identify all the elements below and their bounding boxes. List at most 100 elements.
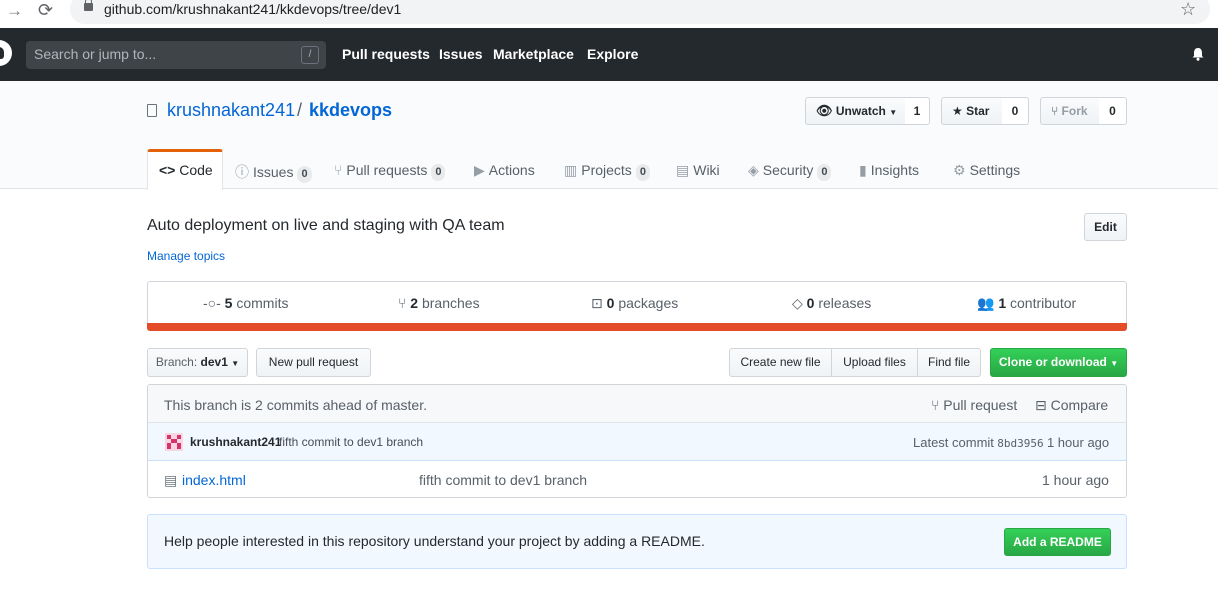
table-row: ▤ index.html fifth commit to dev1 branch… bbox=[148, 461, 1126, 497]
pulls-count: 0 bbox=[431, 164, 446, 181]
eye-icon: 👁 bbox=[816, 103, 833, 118]
reload-icon[interactable]: ⟳ bbox=[38, 0, 53, 21]
file-icon: ▤ bbox=[164, 472, 178, 488]
fork-button[interactable]: ⑂ Fork bbox=[1040, 97, 1100, 125]
pull-request-icon: ⑂ bbox=[334, 162, 343, 178]
play-icon: ▶ bbox=[474, 162, 485, 178]
people-icon: 👥 bbox=[977, 295, 995, 311]
browser-toolbar: → ⟳ github.com/krushnakant241/kkdevops/t… bbox=[0, 0, 1218, 28]
url-text[interactable]: github.com/krushnakant241/kkdevops/tree/… bbox=[104, 1, 401, 17]
latest-commit-prefix: Latest commit bbox=[913, 435, 994, 450]
star-button[interactable]: ★ Star bbox=[941, 97, 1003, 125]
bookmark-star-icon[interactable]: ☆ bbox=[1180, 0, 1196, 20]
tab-settings[interactable]: ⚙ Settings bbox=[953, 162, 1020, 179]
branch-icon: ⑂ bbox=[398, 295, 407, 311]
latest-commit-summary: Latest commit 8bd3956 1 hour ago bbox=[913, 435, 1109, 450]
pull-request-link[interactable]: ⑂ Pull request bbox=[931, 397, 1017, 413]
repo-name-link[interactable]: kkdevops bbox=[309, 100, 392, 121]
branch-ahead-bar: This branch is 2 commits ahead of master… bbox=[148, 385, 1126, 423]
upload-files-button[interactable]: Upload files bbox=[831, 348, 918, 377]
commits-link[interactable]: -○- 5 commits bbox=[203, 295, 288, 311]
book-icon: ▤ bbox=[676, 162, 690, 178]
tab-pull-requests[interactable]: ⑂ Pull requests 0 bbox=[334, 162, 446, 181]
tab-insights-label: Insights bbox=[870, 162, 919, 178]
nav-marketplace[interactable]: Marketplace bbox=[493, 46, 574, 62]
tab-actions[interactable]: ▶ Actions bbox=[474, 162, 535, 179]
readme-prompt-text: Help people interested in this repositor… bbox=[164, 533, 705, 549]
commit-message-link[interactable]: fifth commit to dev1 branch bbox=[279, 435, 423, 449]
tab-code[interactable]: <> Code bbox=[159, 162, 213, 178]
commit-sha-link[interactable]: 8bd3956 bbox=[997, 437, 1043, 450]
releases-label: releases bbox=[818, 295, 872, 311]
tab-security-label: Security bbox=[762, 162, 814, 178]
graph-icon: ▮ bbox=[859, 162, 867, 178]
packages-label: packages bbox=[618, 295, 679, 311]
tab-wiki-label: Wiki bbox=[693, 162, 720, 178]
commit-author-link[interactable]: krushnakant241 bbox=[190, 435, 281, 449]
branch-select-button[interactable]: Branch: dev1 ▼ bbox=[147, 348, 248, 377]
branches-count: 2 bbox=[410, 295, 419, 311]
issues-count: 0 bbox=[297, 166, 312, 183]
watch-count[interactable]: 1 bbox=[905, 97, 930, 125]
repo-owner-link[interactable]: krushnakant241 bbox=[167, 100, 295, 121]
manage-topics-link[interactable]: Manage topics bbox=[147, 249, 225, 263]
new-pull-request-button[interactable]: New pull request bbox=[256, 348, 371, 377]
nav-explore[interactable]: Explore bbox=[587, 46, 638, 62]
branches-link[interactable]: ⑂ 2 branches bbox=[398, 295, 480, 311]
commit-icon: -○- bbox=[203, 295, 221, 311]
site-header: Search or jump to... / Pull requests Iss… bbox=[0, 28, 1218, 81]
forward-icon[interactable]: → bbox=[6, 1, 23, 21]
star-label: Star bbox=[966, 104, 990, 118]
fork-label: Fork bbox=[1061, 104, 1088, 118]
create-new-file-button[interactable]: Create new file bbox=[729, 348, 832, 377]
unwatch-label: Unwatch bbox=[835, 104, 886, 118]
tab-code-label: Code bbox=[179, 162, 213, 178]
tab-insights[interactable]: ▮ Insights bbox=[859, 162, 919, 179]
ahead-message: This branch is 2 commits ahead of master… bbox=[164, 397, 427, 413]
unwatch-button[interactable]: 👁 Unwatch ▼ bbox=[805, 97, 906, 125]
fork-count[interactable]: 0 bbox=[1099, 97, 1127, 125]
nav-issues[interactable]: Issues bbox=[439, 46, 483, 62]
search-input[interactable]: Search or jump to... / bbox=[26, 41, 326, 69]
compare-link[interactable]: ⊟ Compare bbox=[1035, 397, 1108, 414]
repo-description: Auto deployment on live and staging with… bbox=[147, 217, 505, 234]
clone-download-button[interactable]: Clone or download ▼ bbox=[990, 348, 1127, 377]
caret-down-icon: ▼ bbox=[1110, 359, 1119, 368]
tab-wiki[interactable]: ▤ Wiki bbox=[676, 162, 720, 179]
contributors-link[interactable]: 👥 1 contributor bbox=[977, 295, 1076, 312]
project-icon: ▥ bbox=[564, 162, 578, 178]
lock-icon bbox=[84, 0, 93, 11]
fork-icon: ⑂ bbox=[1051, 104, 1059, 118]
edit-description-button[interactable]: Edit bbox=[1084, 213, 1127, 241]
releases-count: 0 bbox=[806, 295, 815, 311]
tab-projects[interactable]: ▥ Projects 0 bbox=[564, 162, 650, 181]
avatar[interactable] bbox=[165, 433, 183, 451]
add-readme-button[interactable]: Add a README bbox=[1004, 528, 1111, 556]
releases-link[interactable]: ◇ 0 releases bbox=[792, 295, 871, 312]
github-logo-icon[interactable] bbox=[0, 40, 12, 66]
find-file-button[interactable]: Find file bbox=[917, 348, 981, 377]
clone-label: Clone or download bbox=[998, 355, 1107, 369]
star-count[interactable]: 0 bbox=[1002, 97, 1029, 125]
file-age: 1 hour ago bbox=[1042, 472, 1109, 488]
compare-label: Compare bbox=[1050, 397, 1109, 413]
file-table: This branch is 2 commits ahead of master… bbox=[147, 384, 1127, 498]
search-placeholder: Search or jump to... bbox=[34, 46, 157, 62]
projects-count: 0 bbox=[635, 164, 650, 181]
notifications-bell-icon[interactable] bbox=[1191, 47, 1205, 61]
tag-icon: ◇ bbox=[792, 295, 803, 311]
caret-down-icon: ▼ bbox=[889, 108, 898, 117]
star-icon: ★ bbox=[952, 104, 963, 118]
repo-icon bbox=[147, 104, 157, 117]
language-bar[interactable] bbox=[147, 323, 1127, 331]
package-icon: ⊡ bbox=[591, 295, 603, 311]
packages-link[interactable]: ⊡ 0 packages bbox=[591, 295, 678, 312]
nav-pull-requests[interactable]: Pull requests bbox=[342, 46, 430, 62]
file-name-link[interactable]: index.html bbox=[182, 472, 246, 488]
tab-security[interactable]: ◈ Security 0 bbox=[748, 162, 832, 181]
code-icon: <> bbox=[159, 162, 176, 178]
tab-issues[interactable]: ⓘ Issues 0 bbox=[235, 162, 312, 183]
contributors-count: 1 bbox=[998, 295, 1007, 311]
tab-settings-label: Settings bbox=[969, 162, 1021, 178]
file-commit-message-link[interactable]: fifth commit to dev1 branch bbox=[419, 472, 587, 488]
